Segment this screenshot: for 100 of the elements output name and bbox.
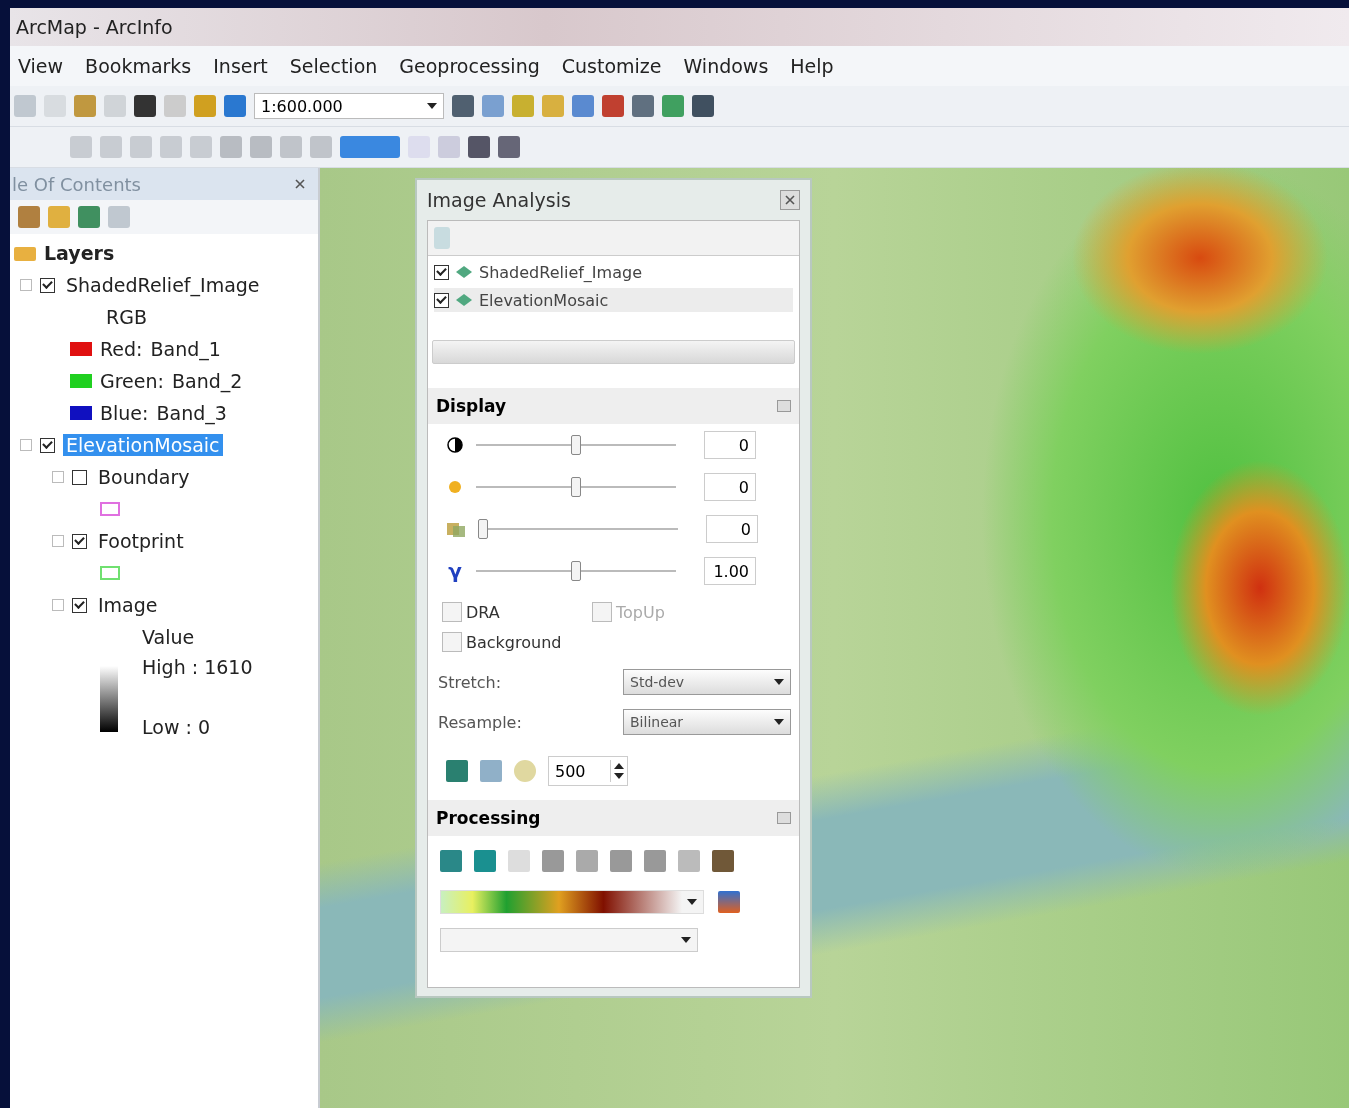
tool-button[interactable] — [542, 95, 564, 117]
tool-button[interactable] — [74, 95, 96, 117]
tool-button[interactable] — [194, 95, 216, 117]
checkbox[interactable] — [72, 469, 87, 485]
menu-item[interactable]: Geoprocessing — [399, 55, 540, 77]
slider-thumb[interactable] — [571, 435, 581, 455]
tool-button[interactable] — [610, 850, 632, 872]
tool-button[interactable] — [14, 95, 36, 117]
slider-thumb[interactable] — [571, 477, 581, 497]
tool-button[interactable] — [250, 136, 272, 158]
collapse-button[interactable] — [777, 400, 791, 412]
value-field[interactable]: 0 — [706, 515, 758, 543]
value-field[interactable]: 1.00 — [704, 557, 756, 585]
checkbox[interactable] — [40, 277, 55, 293]
tool-button[interactable] — [498, 136, 520, 158]
tool-button[interactable] — [576, 850, 598, 872]
checkbox[interactable] — [72, 597, 87, 613]
checkbox[interactable] — [434, 292, 449, 308]
close-button[interactable] — [780, 190, 800, 210]
tool-button[interactable] — [108, 206, 130, 228]
collapse-toggle[interactable] — [20, 439, 32, 451]
checkbox[interactable] — [434, 264, 449, 280]
checkbox[interactable] — [40, 437, 55, 453]
layers-icon — [446, 520, 466, 538]
tool-button[interactable] — [78, 206, 100, 228]
legend-label: High : 1610 — [142, 656, 253, 678]
tree-item[interactable]: Layers — [44, 242, 115, 264]
tool-button[interactable] — [662, 95, 684, 117]
list-item[interactable]: ShadedRelief_Image — [434, 260, 793, 284]
tool-button[interactable] — [512, 95, 534, 117]
menu-item[interactable]: Windows — [683, 55, 769, 77]
tool-button[interactable] — [452, 95, 474, 117]
legend-label: Low : 0 — [142, 716, 211, 738]
layer-name[interactable]: Image — [95, 594, 161, 616]
menu-item[interactable]: Help — [790, 55, 834, 77]
panel-title: le Of Contents — [12, 173, 141, 195]
tool-button[interactable] — [48, 206, 70, 228]
tool-button[interactable] — [572, 95, 594, 117]
tool-button[interactable] — [280, 136, 302, 158]
legend-label: Band_1 — [150, 338, 221, 360]
sun-icon — [446, 478, 464, 496]
scrollbar[interactable] — [432, 340, 795, 364]
caret-icon — [774, 719, 784, 725]
color-button[interactable] — [340, 136, 400, 158]
tool-button[interactable] — [474, 850, 496, 872]
diamond-icon — [455, 265, 473, 279]
dropdown[interactable] — [440, 928, 698, 952]
legend-label: Red: — [100, 338, 143, 360]
collapse-toggle[interactable] — [52, 599, 64, 611]
tool-button[interactable] — [446, 760, 468, 782]
caret-icon — [687, 899, 697, 905]
menu-item[interactable]: Bookmarks — [85, 55, 192, 77]
tool-button[interactable] — [632, 95, 654, 117]
layer-name[interactable]: Boundary — [95, 466, 193, 488]
number-spinner[interactable]: 500 — [548, 756, 628, 786]
color-ramp-dropdown[interactable] — [440, 890, 704, 914]
tool-button[interactable] — [644, 850, 666, 872]
value-field[interactable]: 0 — [704, 473, 756, 501]
checkbox[interactable] — [72, 533, 87, 549]
legend-title: Value — [142, 626, 196, 648]
scale-field[interactable]: 1:600.000 — [254, 93, 444, 119]
dropdown[interactable]: Std-dev — [623, 669, 791, 695]
tool-button[interactable] — [482, 95, 504, 117]
collapse-toggle[interactable] — [52, 471, 64, 483]
layer-name[interactable]: Footprint — [95, 530, 187, 552]
tool-button[interactable] — [468, 136, 490, 158]
menu-item[interactable]: Insert — [213, 55, 268, 77]
checkbox-option[interactable]: Background — [442, 632, 592, 652]
window-title: ArcMap - ArcInfo — [10, 8, 1349, 46]
tool-button[interactable] — [602, 95, 624, 117]
tool-button[interactable] — [542, 850, 564, 872]
menu-item[interactable]: View — [18, 55, 64, 77]
tool-button[interactable] — [310, 136, 332, 158]
caret-icon — [427, 103, 437, 109]
tool-button[interactable] — [514, 760, 536, 782]
layer-name[interactable]: ShadedRelief_Image — [63, 274, 263, 296]
tool-button[interactable] — [220, 136, 242, 158]
contrast-icon — [446, 436, 464, 454]
tool-button[interactable] — [134, 95, 156, 117]
collapse-button[interactable] — [777, 812, 791, 824]
tool-button[interactable] — [18, 206, 40, 228]
tool-button[interactable] — [712, 850, 734, 872]
menu-item[interactable]: Selection — [289, 55, 378, 77]
collapse-toggle[interactable] — [52, 535, 64, 547]
slider-thumb[interactable] — [571, 561, 581, 581]
collapse-toggle[interactable] — [20, 279, 32, 291]
checkbox-option[interactable]: DRA — [442, 602, 592, 622]
tool-button[interactable] — [692, 95, 714, 117]
value-field[interactable]: 0 — [704, 431, 756, 459]
tool-button[interactable] — [440, 850, 462, 872]
dropdown[interactable]: Bilinear — [623, 709, 791, 735]
tool-button[interactable] — [480, 760, 502, 782]
caret-icon — [681, 937, 691, 943]
list-item[interactable]: ElevationMosaic — [434, 288, 793, 312]
menu-item[interactable]: Customize — [561, 55, 662, 77]
tool-button[interactable] — [224, 95, 246, 117]
tool-button[interactable] — [718, 891, 740, 913]
section-title: Processing — [436, 808, 541, 828]
close-icon — [295, 179, 305, 189]
slider-thumb[interactable] — [478, 519, 488, 539]
